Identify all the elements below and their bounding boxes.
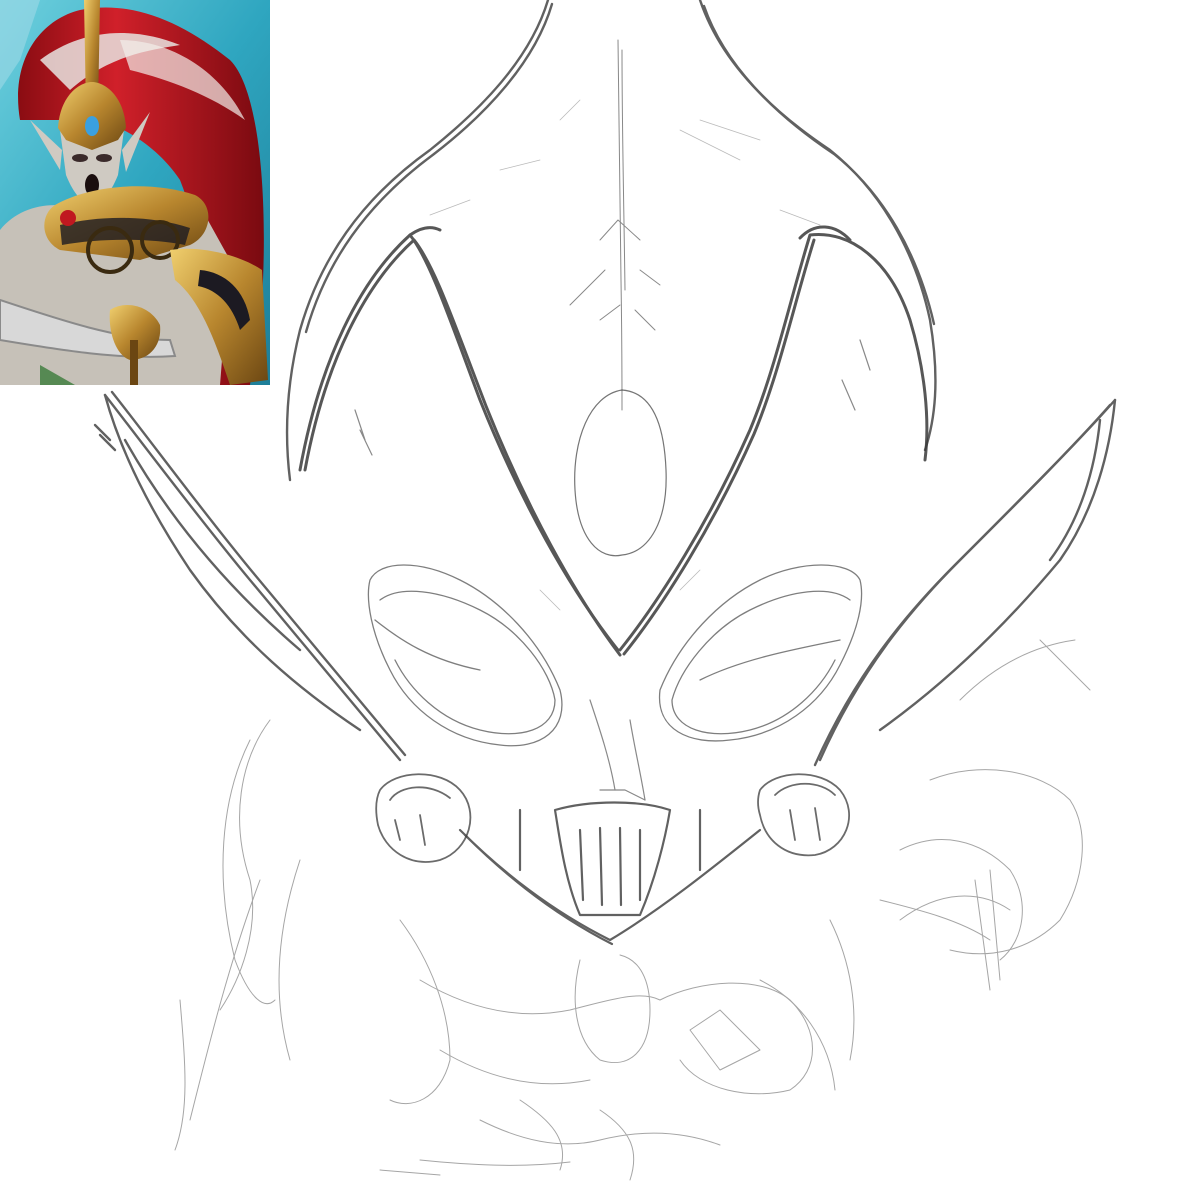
- cheek-marks: [354, 339, 871, 456]
- left-ear-sketch: [93, 390, 407, 762]
- visor-v-lines: [298, 225, 929, 657]
- cheek-orbs: [375, 773, 850, 863]
- eye-sockets: [367, 564, 863, 747]
- helmet-outline: [285, 0, 937, 482]
- jaw-and-mouth: [458, 801, 762, 946]
- pencil-sketch: [93, 0, 1117, 1181]
- drawing-canvas: [0, 0, 1200, 1200]
- hair-and-shoulder-strokes: [174, 639, 1091, 1181]
- construction-lines: [429, 99, 821, 611]
- crest-centerline: [569, 39, 661, 411]
- forehead-gem: [574, 389, 667, 557]
- nose-sketch: [589, 699, 646, 801]
